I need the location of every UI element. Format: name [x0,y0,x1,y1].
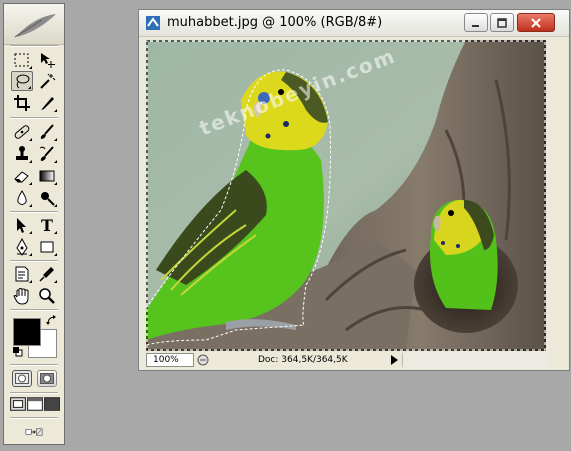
eraser-tool[interactable] [11,166,33,186]
brush-tool[interactable] [36,122,58,142]
minimize-icon [472,24,479,27]
status-arrow-icon[interactable] [390,354,399,366]
document-title: muhabbet.jpg @ 100% (RGB/8#) [167,15,383,30]
screen-mode-standard-icon [10,397,26,411]
close-button[interactable] [517,13,555,32]
zoom-level-field[interactable]: 100% [146,353,194,367]
hand-tool[interactable] [11,286,33,306]
toolbox-divider [10,364,58,366]
lasso-tool[interactable] [11,71,33,91]
toolbox-divider [10,309,58,311]
close-icon [531,17,541,28]
type-tool[interactable]: T [36,215,58,235]
standard-mode-icon [15,373,29,384]
zoom-tool[interactable] [36,286,58,306]
toolbox-header[interactable] [4,4,64,45]
toolbox-divider [10,417,58,419]
standard-screen-mode-button[interactable] [10,396,26,412]
minimize-button[interactable] [464,13,488,32]
photoshop-document-icon [146,16,160,30]
toolbox-divider [10,45,58,47]
clone-stamp-tool[interactable] [11,144,33,164]
move-icon [41,53,55,68]
status-bar: 100% Doc: 364,5K/364,5K [146,353,547,368]
type-tool-label: T [41,215,53,235]
magic-wand-tool[interactable] [36,71,58,91]
foreground-color-swatch[interactable] [13,318,41,346]
history-brush-tool[interactable] [36,144,58,164]
image-canvas[interactable]: teknobeyin.com [146,40,546,351]
restore-button[interactable] [490,13,514,32]
toolbox-divider [10,392,58,394]
hand-icon [13,287,29,305]
toolbox-divider [10,117,58,119]
feather-logo-icon [14,14,56,38]
budgies-photo [146,40,546,351]
standard-mode-button[interactable] [12,370,32,387]
gradient-tool[interactable] [36,166,58,186]
crop-icon [14,95,30,111]
status-menu-icon[interactable] [197,354,209,366]
horizontal-scrollbar[interactable] [402,353,547,367]
imageready-jump-icon [25,428,43,436]
vertical-scrollbar[interactable] [548,40,562,351]
dodge-tool[interactable] [36,188,58,208]
screen-mode-full-icon [44,397,60,411]
blur-tool[interactable] [11,188,33,208]
restore-icon [497,17,507,28]
default-colors-icon[interactable] [13,347,23,357]
full-screen-mode-button[interactable] [44,396,60,412]
jump-to-imageready-button[interactable] [12,422,56,442]
screen-mode-menu-icon [27,397,43,411]
healing-brush-tool[interactable] [11,122,33,142]
toolbox-panel: T [3,3,65,445]
crop-tool[interactable] [11,93,33,113]
full-screen-menu-mode-button[interactable] [27,396,43,412]
notes-tool[interactable] [11,264,33,284]
quick-mask-mode-button[interactable] [37,370,57,387]
toolbox-divider [10,211,58,213]
swap-colors-icon[interactable] [46,315,58,327]
rectangular-marquee-tool[interactable] [11,50,33,70]
pen-tool[interactable] [11,237,33,257]
move-tool[interactable] [36,50,58,70]
magic-wand-icon [40,73,56,89]
quick-mask-icon [40,373,54,384]
eyedropper-tool[interactable] [36,264,58,284]
slice-tool[interactable] [36,93,58,113]
document-title-bar[interactable]: muhabbet.jpg @ 100% (RGB/8#) [139,10,569,37]
magnifier-icon [39,288,55,304]
rectangle-tool[interactable] [36,237,58,257]
document-size-info: Doc: 364,5K/364,5K [258,355,348,365]
toolbox-divider [10,260,58,262]
path-selection-tool[interactable] [11,215,33,235]
document-window: muhabbet.jpg @ 100% (RGB/8#) teknobeyin.… [138,9,570,371]
